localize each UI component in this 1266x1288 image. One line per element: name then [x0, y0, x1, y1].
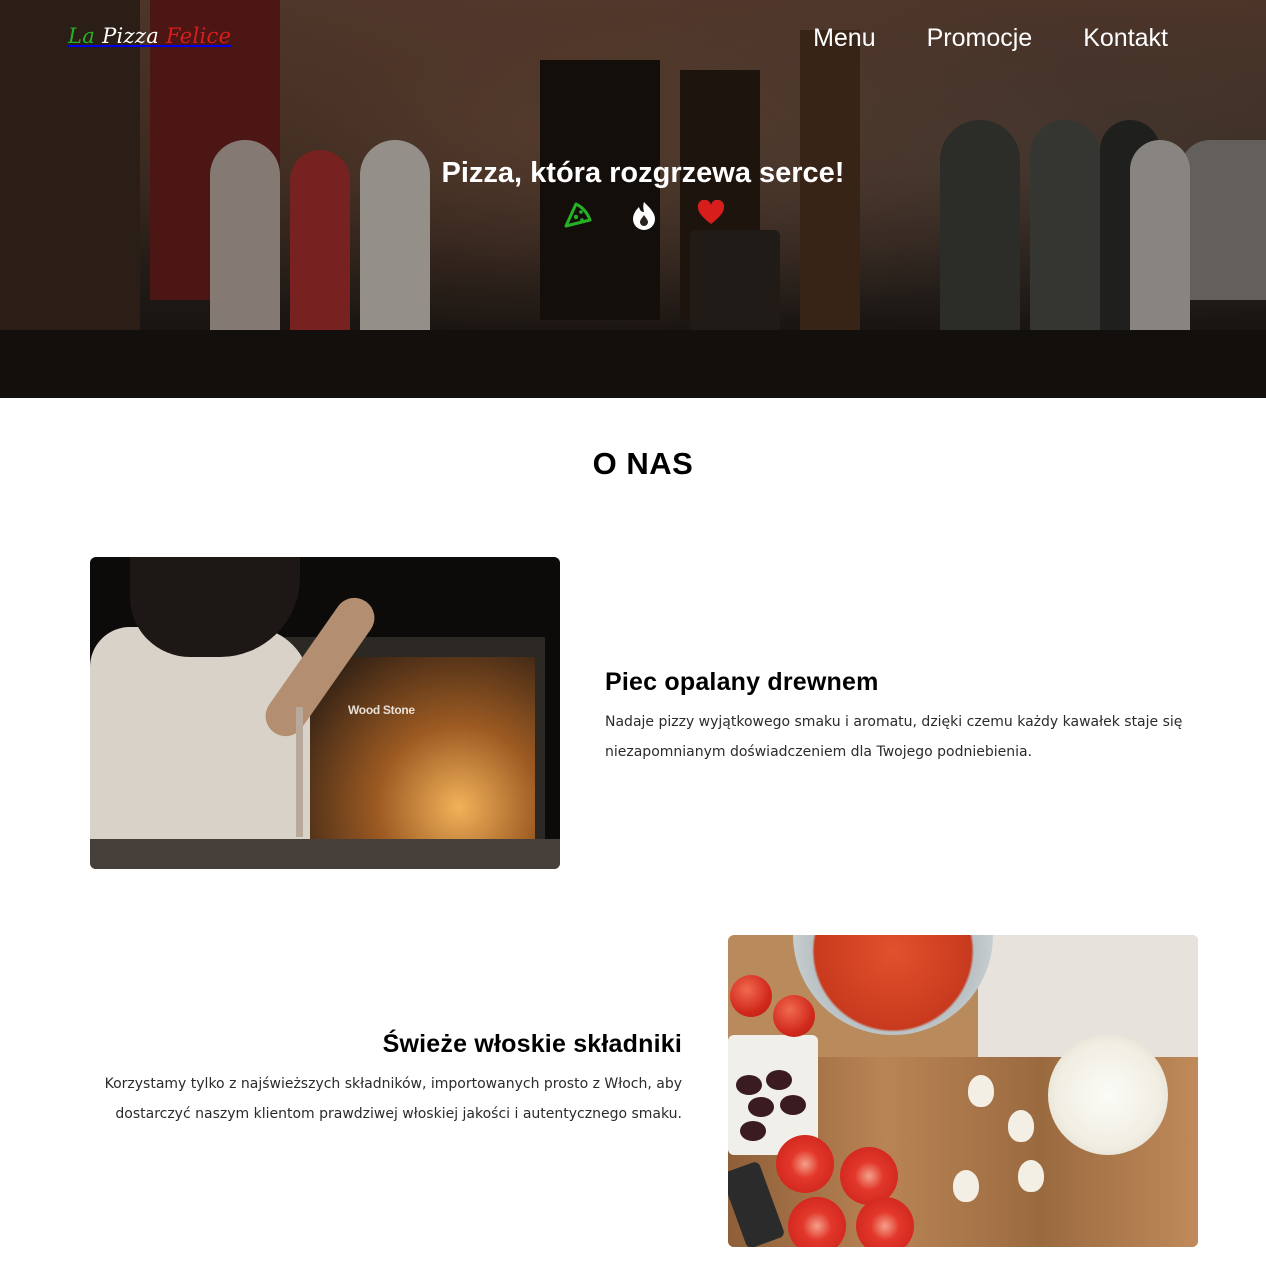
olive: [766, 1070, 792, 1090]
hero-overlay: [0, 0, 1266, 398]
logo-word-la: La: [68, 24, 96, 48]
logo-word-felice: Felice: [166, 24, 232, 48]
olive: [736, 1075, 762, 1095]
about-section-title: O NAS: [592, 446, 694, 481]
feature-description: Korzystamy tylko z najświeższych składni…: [104, 1076, 682, 1122]
garlic-clove: [953, 1170, 979, 1202]
hero-section: La Pizza Felice Menu Promocje Kontakt Pi…: [0, 0, 1266, 398]
chef-figure: [90, 627, 310, 869]
oven-base: [90, 839, 560, 869]
site-logo[interactable]: La Pizza Felice: [68, 24, 231, 48]
nav-link-menu[interactable]: Menu: [813, 20, 876, 56]
oven-peel-handle: [296, 707, 303, 837]
garlic-clove: [968, 1075, 994, 1107]
feature-fresh-ingredients: Świeże włoskie składniki Korzystamy tylk…: [90, 1030, 682, 1129]
onion: [1048, 1035, 1168, 1155]
ingredients-image: [728, 935, 1198, 1247]
main-nav: Menu Promocje Kontakt: [813, 20, 1168, 56]
hero-icons: [560, 200, 730, 234]
oven-brand-label: Wood Stone: [348, 703, 415, 717]
garlic-clove: [1018, 1160, 1044, 1192]
tomato-slice: [856, 1197, 914, 1247]
heart-icon: [697, 200, 725, 224]
wood-oven-image: Wood Stone: [90, 557, 560, 869]
garlic-clove: [1008, 1110, 1034, 1142]
feature-description: Nadaje pizzy wyjątkowego smaku i aromatu…: [605, 714, 1183, 760]
feature-heading: Świeże włoskie składniki: [382, 1030, 682, 1058]
cherry-tomato: [773, 995, 815, 1037]
fire-icon: [633, 202, 655, 230]
cherry-tomato: [730, 975, 772, 1017]
olive: [740, 1121, 766, 1141]
tomato-sauce-bowl: [793, 935, 993, 1035]
nav-link-kontakt[interactable]: Kontakt: [1083, 20, 1168, 56]
feature-heading: Piec opalany drewnem: [605, 668, 879, 696]
logo-word-pizza: Pizza: [102, 24, 160, 48]
olive: [780, 1095, 806, 1115]
tomato-slice: [776, 1135, 834, 1193]
nav-link-promocje[interactable]: Promocje: [927, 20, 1033, 56]
feature-wood-oven: Piec opalany drewnem Nadaje pizzy wyjątk…: [605, 668, 1205, 767]
olive: [748, 1097, 774, 1117]
pizza-slice-icon: [564, 202, 592, 228]
hero-title: Pizza, która rozgrzewa serce!: [441, 157, 845, 189]
tomato-slice: [840, 1147, 898, 1205]
tomato-slice: [788, 1197, 846, 1247]
